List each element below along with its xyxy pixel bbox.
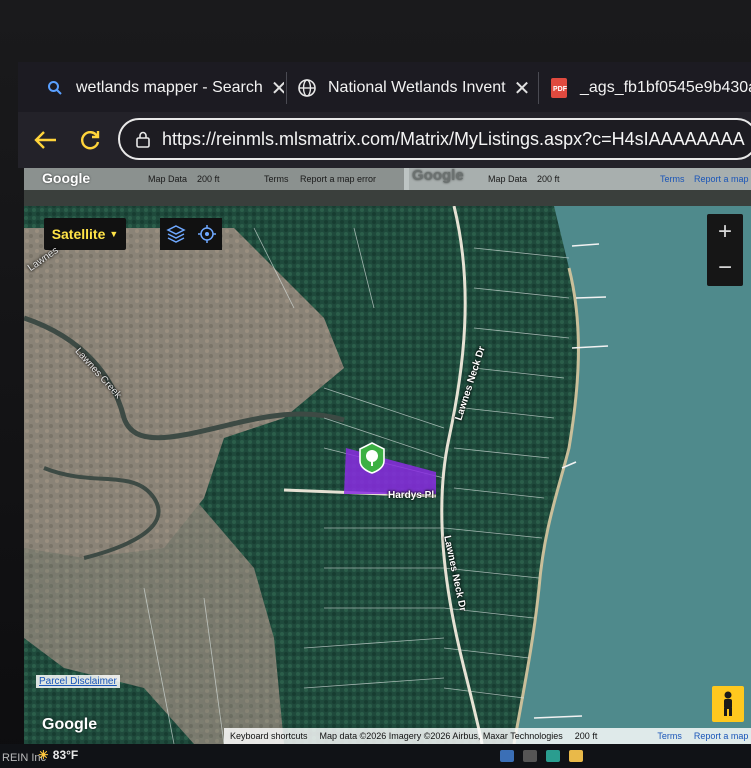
scale-label: 200 ft — [574, 731, 598, 741]
report-error-link[interactable]: Report a map error — [694, 174, 751, 184]
layers-icon[interactable] — [165, 224, 186, 244]
google-logo: Google — [412, 168, 464, 184]
edge-browser-icon[interactable] — [546, 750, 560, 762]
report-error-link[interactable]: Report a map error — [694, 731, 751, 741]
bottom-attribution-bar: Keyboard shortcuts Map data ©2026 Imager… — [224, 728, 751, 744]
map-data-label[interactable]: Map Data — [148, 174, 187, 184]
road-label-hardys: Hardys Pl — [388, 490, 435, 501]
map-type-label: Satellite — [51, 226, 106, 242]
refresh-button[interactable] — [74, 124, 106, 156]
google-logo: Google — [42, 716, 98, 733]
report-error-link[interactable]: Report a map error — [300, 174, 376, 184]
navigation-bar: https://reinmls.mlsmatrix.com/Matrix/MyL… — [18, 112, 751, 168]
taskbar — [0, 744, 751, 768]
tab-bar: wetlands mapper - Search ✕ National Wetl… — [18, 62, 751, 112]
layer-controls — [160, 218, 222, 250]
close-tab-icon[interactable]: ✕ — [271, 76, 284, 101]
pdf-icon: PDF — [548, 77, 570, 99]
street-view-pegman[interactable] — [712, 686, 744, 722]
search-icon — [44, 77, 66, 99]
property-marker-icon[interactable] — [358, 442, 386, 474]
file-explorer-icon[interactable] — [569, 750, 583, 762]
map-header-strip: Google Map Data 200 ft Terms Report a ma… — [24, 168, 751, 206]
tab-wetlands-search[interactable]: wetlands mapper - Search ✕ — [44, 68, 284, 108]
pegman-icon — [724, 691, 732, 716]
scale-label: 200 ft — [537, 174, 560, 184]
globe-icon — [296, 77, 318, 99]
zoom-in-button[interactable]: + — [707, 214, 743, 250]
back-button[interactable] — [30, 124, 62, 156]
scale-label: 200 ft — [197, 174, 220, 184]
address-bar[interactable]: https://reinmls.mlsmatrix.com/Matrix/MyL… — [118, 118, 751, 160]
keyboard-shortcuts-link[interactable]: Keyboard shortcuts — [230, 731, 308, 741]
map-data-text: Map data ©2026 Imagery ©2026 Airbus, Max… — [319, 731, 563, 741]
refresh-icon — [81, 131, 100, 150]
zoom-out-button[interactable]: − — [707, 250, 743, 286]
left-map-attribution: Google Map Data 200 ft Terms Report a ma… — [24, 168, 409, 190]
terms-link[interactable]: Terms — [264, 174, 289, 184]
search-taskbar-icon[interactable] — [523, 750, 537, 762]
map-type-button[interactable]: Satellite ▼ — [44, 218, 126, 250]
sun-icon: ☀ — [38, 748, 49, 762]
back-arrow-icon — [34, 131, 56, 149]
windows-start-icon[interactable] — [500, 750, 514, 762]
close-tab-icon[interactable]: ✕ — [514, 76, 531, 101]
tab-label: _ags_fb1bf0545e9b430a — [580, 79, 751, 96]
taskbar-apps — [500, 750, 592, 762]
right-map-attribution: Google Map Data 200 ft Terms Report a ma… — [404, 168, 751, 190]
satellite-imagery — [24, 205, 751, 744]
tab-label: wetlands mapper - Search — [76, 79, 263, 96]
tab-divider — [538, 72, 539, 104]
weather-widget[interactable]: ☀ 83°F — [38, 748, 78, 762]
parcel-disclaimer-link[interactable]: Parcel Disclaimer — [36, 675, 120, 688]
caret-down-icon: ▼ — [109, 229, 119, 239]
terms-link[interactable]: Terms — [657, 731, 682, 741]
tab-label: National Wetlands Invent — [328, 79, 506, 96]
google-logo: Google — [42, 170, 91, 186]
url-text: https://reinmls.mlsmatrix.com/Matrix/MyL… — [162, 128, 745, 149]
map-view[interactable]: Google Map Data 200 ft Terms Report a ma… — [24, 168, 751, 744]
terms-link[interactable]: Terms — [660, 174, 685, 184]
locate-icon[interactable] — [197, 224, 217, 244]
temperature: 83°F — [52, 748, 79, 762]
lock-icon — [136, 131, 150, 148]
map-data-label[interactable]: Map Data — [488, 174, 527, 184]
tab-divider — [286, 72, 287, 104]
zoom-controls: + − — [707, 214, 743, 286]
tab-national-wetlands[interactable]: National Wetlands Invent ✕ — [296, 68, 532, 108]
tab-pdf[interactable]: PDF _ags_fb1bf0545e9b430a — [548, 68, 751, 108]
svg-text:PDF: PDF — [553, 86, 568, 93]
